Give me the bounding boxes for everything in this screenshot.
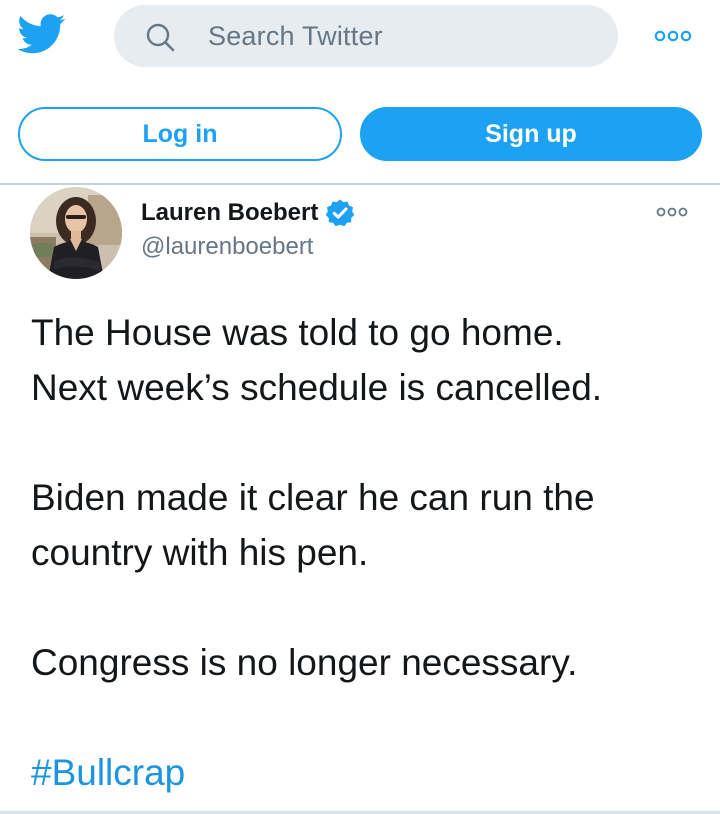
tweet-text-line: country with his pen. xyxy=(31,532,369,573)
twitter-bird-icon[interactable] xyxy=(18,14,66,54)
login-button[interactable]: Log in xyxy=(18,107,342,161)
twitter-page: Search Twitter Log in Sign up Lauren Boe… xyxy=(0,0,720,814)
avatar-image xyxy=(30,187,122,279)
search-bar[interactable]: Search Twitter xyxy=(114,5,618,67)
author-name-row: Lauren Boebert xyxy=(141,195,355,231)
hashtag-link[interactable]: #Bullcrap xyxy=(31,745,185,800)
search-input[interactable]: Search Twitter xyxy=(208,5,383,67)
top-bar: Search Twitter xyxy=(0,0,720,74)
search-icon xyxy=(146,23,175,52)
more-options-icon[interactable] xyxy=(654,30,692,42)
tweet-text-line: Biden made it clear he can run the xyxy=(31,477,595,518)
verified-badge-icon xyxy=(326,199,355,227)
signup-button[interactable]: Sign up xyxy=(360,107,702,161)
more-options-icon[interactable] xyxy=(656,207,688,217)
tweet-text-line: Congress is no longer necessary. xyxy=(31,642,578,683)
tweet-text-line: The House was told to go home. xyxy=(31,312,564,353)
avatar[interactable] xyxy=(30,187,122,279)
tweet-text-line: Next week’s schedule is cancelled. xyxy=(31,367,603,408)
divider xyxy=(0,183,720,185)
author-name[interactable]: Lauren Boebert xyxy=(141,199,318,227)
author-handle[interactable]: @laurenboebert xyxy=(141,233,313,261)
